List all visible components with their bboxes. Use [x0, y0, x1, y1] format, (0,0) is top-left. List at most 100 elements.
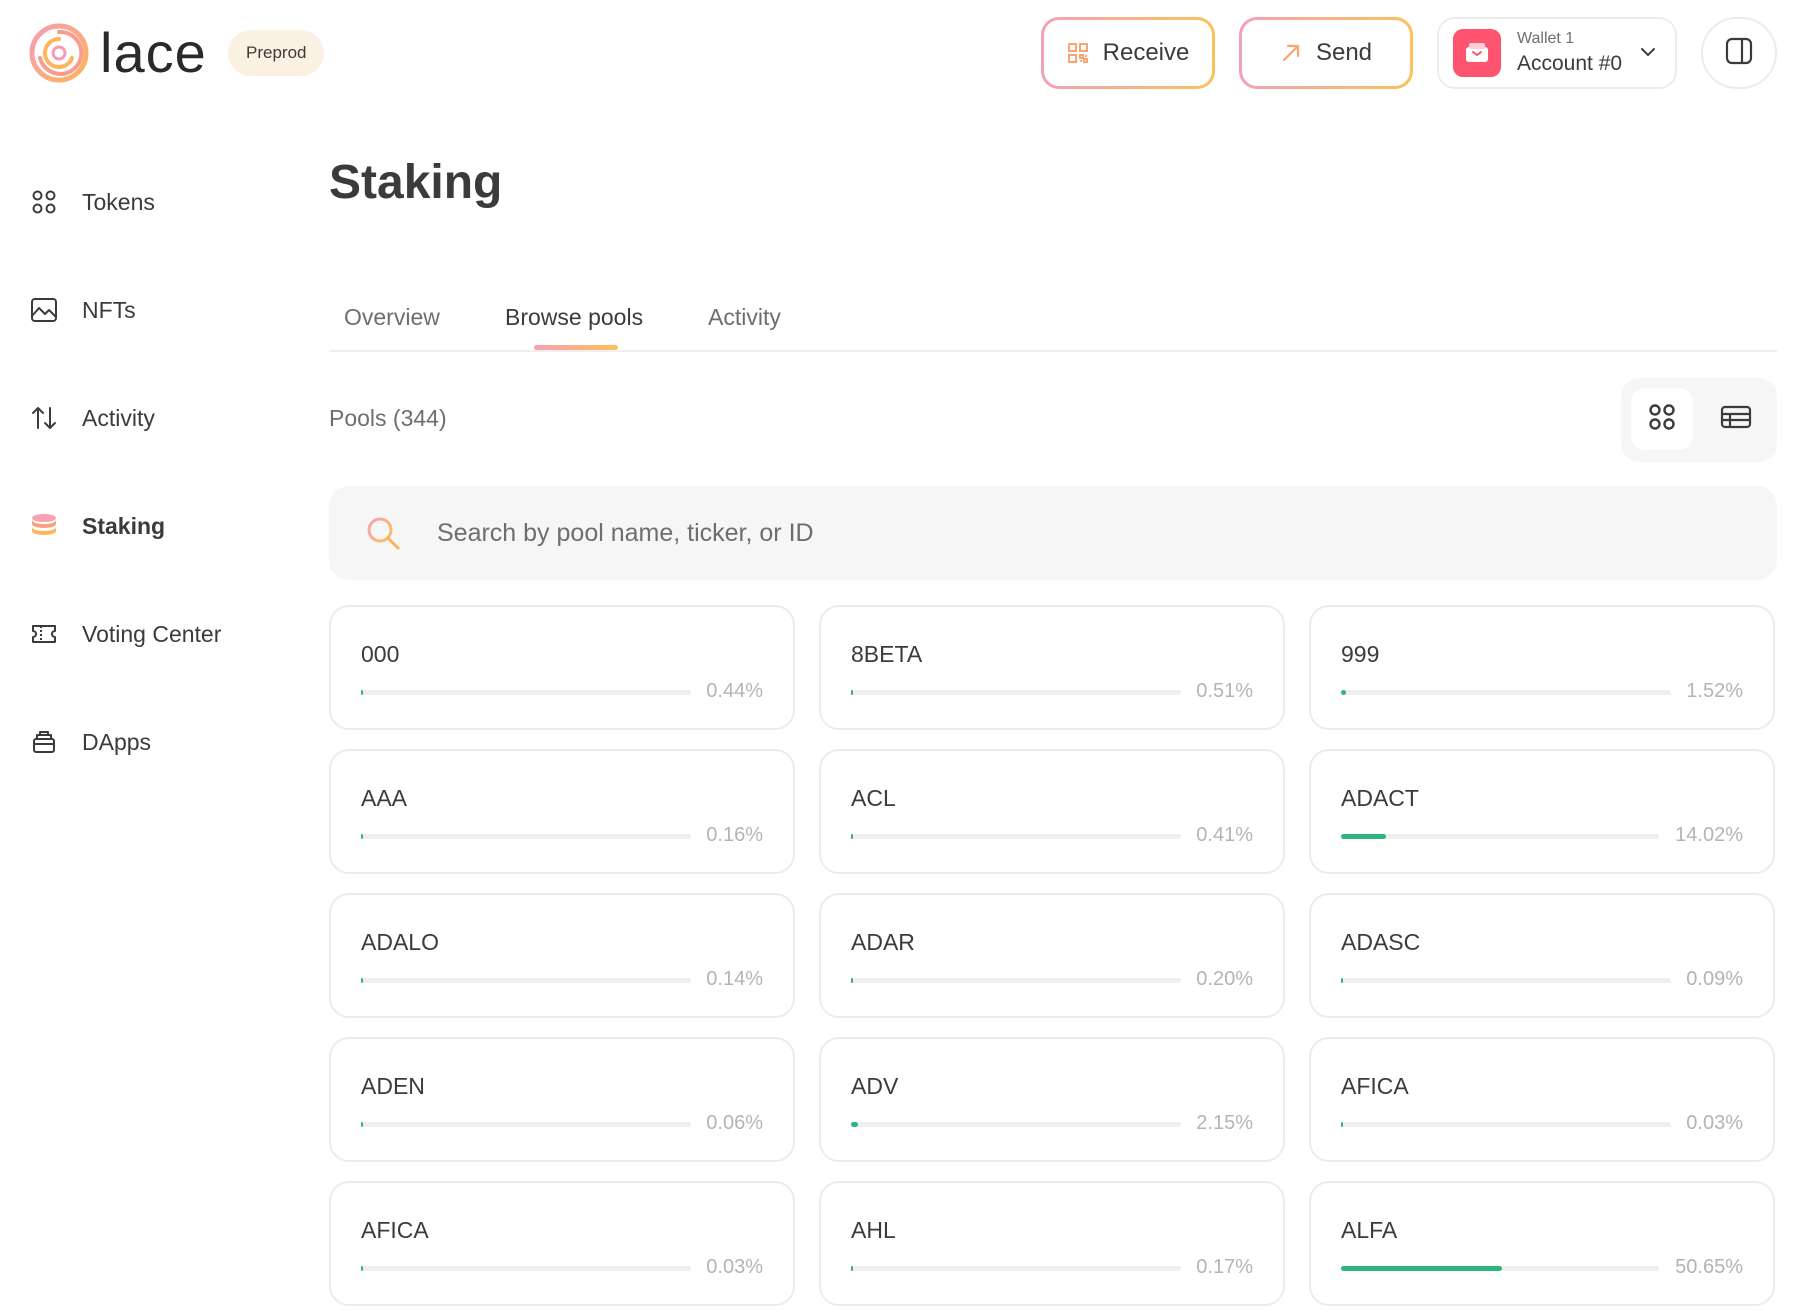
- pool-card[interactable]: AAA 0.16%: [329, 749, 795, 874]
- pool-saturation: 0.17%: [1196, 1256, 1253, 1278]
- saturation-bar-fill: [1341, 978, 1343, 983]
- sidebar-item-label: Staking: [82, 512, 166, 539]
- tab-activity[interactable]: Activity: [708, 304, 781, 331]
- wallet-icon: [1466, 43, 1488, 62]
- pool-card[interactable]: AFICA 0.03%: [329, 1181, 795, 1306]
- wallet-avatar: [1453, 29, 1501, 77]
- saturation-bar: [1341, 978, 1671, 983]
- pool-saturation: 0.09%: [1686, 968, 1743, 990]
- saturation-bar: [851, 834, 1181, 839]
- qr-code-icon: [1067, 42, 1089, 64]
- saturation-bar-fill: [361, 978, 363, 983]
- sidebar-item-nfts[interactable]: NFTs: [28, 280, 288, 340]
- lace-logo[interactable]: lace: [28, 22, 207, 84]
- chevron-down-icon: [1639, 43, 1657, 66]
- pool-ticker: AAA: [361, 785, 408, 811]
- pool-saturation: 0.06%: [706, 1112, 763, 1134]
- network-badge: Preprod: [228, 30, 325, 76]
- pool-search: [329, 486, 1777, 580]
- sidebar-item-tokens[interactable]: Tokens: [28, 172, 288, 232]
- pool-card[interactable]: ALFA 50.65%: [1309, 1181, 1775, 1306]
- sidebar-item-label: DApps: [82, 728, 152, 755]
- saturation-bar: [361, 978, 691, 983]
- tab-overview[interactable]: Overview: [344, 304, 440, 331]
- pool-saturation: 0.51%: [1196, 680, 1253, 702]
- saturation-bar-fill: [361, 1266, 363, 1271]
- saturation-bar: [1341, 834, 1659, 839]
- tab-browse-pools[interactable]: Browse pools: [505, 304, 643, 331]
- pool-saturation: 0.03%: [1686, 1112, 1743, 1134]
- sidebar-item-dapps[interactable]: DApps: [28, 712, 288, 772]
- pool-ticker: 000: [361, 641, 400, 667]
- table-view-icon: [1720, 404, 1752, 435]
- pool-ticker: ADACT: [1341, 785, 1419, 811]
- lace-logo-icon: [28, 22, 90, 84]
- pool-card[interactable]: AFICA 0.03%: [1309, 1037, 1775, 1162]
- pool-card[interactable]: ADASC 0.09%: [1309, 893, 1775, 1018]
- saturation-bar: [1341, 1122, 1671, 1127]
- saturation-bar-fill: [1341, 1122, 1343, 1127]
- saturation-bar: [851, 1266, 1181, 1271]
- saturation-bar-fill: [851, 834, 853, 839]
- pool-card[interactable]: 999 1.52%: [1309, 605, 1775, 730]
- send-label: Send: [1315, 39, 1373, 66]
- pool-card[interactable]: 000 0.44%: [329, 605, 795, 730]
- saturation-bar: [851, 978, 1181, 983]
- saturation-bar: [361, 690, 691, 695]
- account-name: Account #0: [1517, 52, 1623, 75]
- sidebar-item-label: Tokens: [82, 188, 155, 215]
- receive-button[interactable]: Receive: [1041, 17, 1215, 89]
- pool-card[interactable]: AHL 0.17%: [819, 1181, 1285, 1306]
- pool-saturation: 1.52%: [1686, 680, 1743, 702]
- view-toggle: [1621, 378, 1777, 462]
- saturation-bar: [1341, 690, 1671, 695]
- arrow-up-right-icon: [1280, 42, 1302, 64]
- receive-label: Receive: [1102, 39, 1190, 66]
- pool-card[interactable]: ACL 0.41%: [819, 749, 1285, 874]
- staking-tabs: Overview Browse pools Activity: [329, 290, 1777, 352]
- pool-card[interactable]: ADV 2.15%: [819, 1037, 1285, 1162]
- pool-card[interactable]: 8BETA 0.51%: [819, 605, 1285, 730]
- sidebar-item-label: Activity: [82, 404, 155, 431]
- saturation-bar-fill: [851, 690, 853, 695]
- pool-saturation: 0.14%: [706, 968, 763, 990]
- pool-ticker: ADEN: [361, 1073, 425, 1099]
- pool-saturation: 0.41%: [1196, 824, 1253, 846]
- page-title: Staking: [329, 156, 503, 209]
- saturation-bar: [1341, 1266, 1659, 1271]
- ticket-icon: [28, 618, 60, 650]
- pool-ticker: ADASC: [1341, 929, 1421, 955]
- saturation-bar-fill: [361, 834, 363, 839]
- image-icon: [28, 294, 60, 326]
- grid-view-button[interactable]: [1631, 388, 1693, 450]
- pool-card[interactable]: ADEN 0.06%: [329, 1037, 795, 1162]
- pool-card[interactable]: ADALO 0.14%: [329, 893, 795, 1018]
- saturation-bar-fill: [851, 978, 853, 983]
- pool-saturation: 14.02%: [1675, 824, 1743, 846]
- table-view-button[interactable]: [1705, 388, 1767, 450]
- coins-stack-icon: [28, 510, 60, 542]
- saturation-bar-fill: [361, 690, 363, 695]
- pool-card[interactable]: ADAR 0.20%: [819, 893, 1285, 1018]
- saturation-bar-fill: [361, 1122, 363, 1127]
- active-tab-indicator: [534, 345, 618, 350]
- grid-view-icon: [1647, 402, 1677, 437]
- sidebar-item-staking[interactable]: Staking: [28, 496, 288, 556]
- pool-ticker: 8BETA: [851, 641, 923, 667]
- search-icon: [365, 515, 401, 551]
- sidebar-item-label: Voting Center: [82, 620, 222, 647]
- saturation-bar: [361, 1122, 691, 1127]
- search-input[interactable]: [437, 518, 1777, 548]
- side-panel-button[interactable]: [1701, 17, 1777, 89]
- saturation-bar: [361, 834, 691, 839]
- sidebar-item-voting-center[interactable]: Voting Center: [28, 604, 288, 664]
- saturation-bar: [851, 1122, 1181, 1127]
- pool-card[interactable]: ADACT 14.02%: [1309, 749, 1775, 874]
- send-button[interactable]: Send: [1239, 17, 1413, 89]
- pool-saturation: 0.20%: [1196, 968, 1253, 990]
- account-selector[interactable]: Wallet 1 Account #0: [1437, 17, 1677, 89]
- logo-text: lace: [100, 21, 207, 84]
- side-panel-icon: [1724, 36, 1754, 71]
- arrows-up-down-icon: [28, 402, 60, 434]
- sidebar-item-activity[interactable]: Activity: [28, 388, 288, 448]
